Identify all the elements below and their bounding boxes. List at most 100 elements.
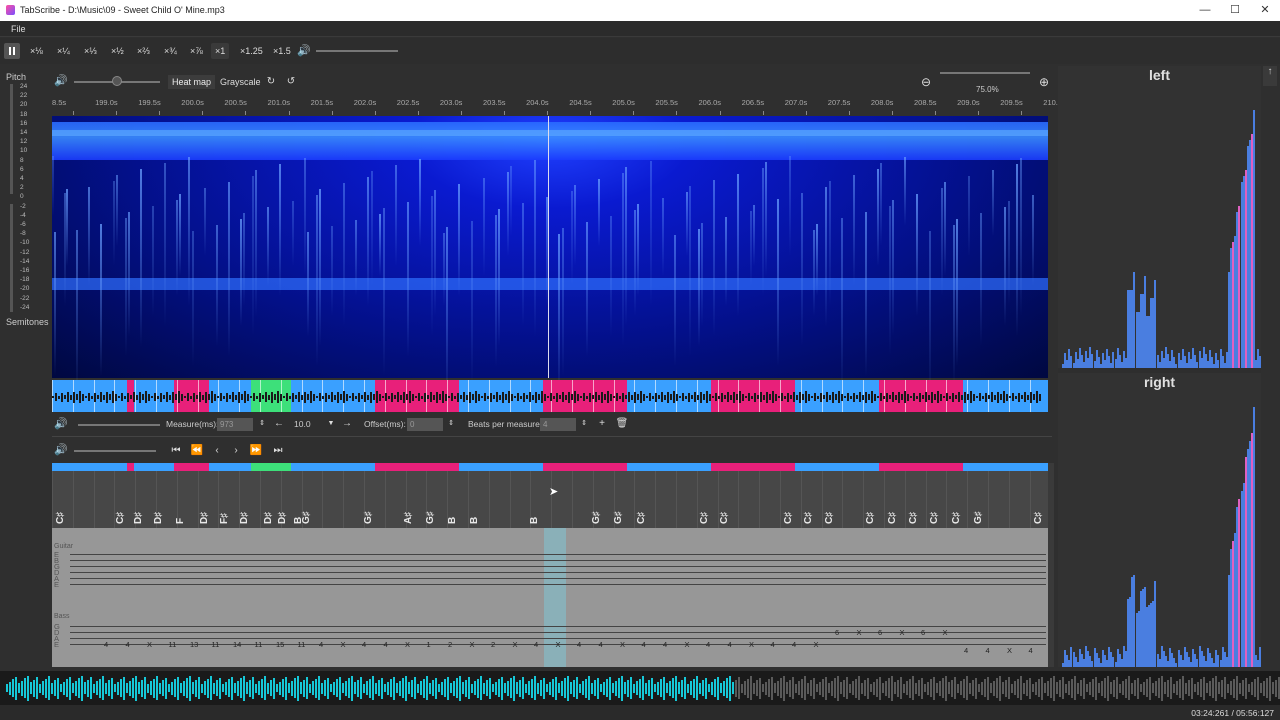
tablature[interactable]: Guitar Bass E B G D A E G D A E 4 4 X 11 13 11 14 11 15 11 4… [52, 528, 1048, 667]
chord-label[interactable]: C♯ [115, 512, 126, 524]
chord-label[interactable]: C♯ [1033, 512, 1044, 524]
speed-2-3[interactable]: ×⅔ [133, 43, 154, 59]
spectrogram-volume-icon[interactable]: 🔊 [54, 74, 68, 87]
bass-note[interactable]: 6 [878, 629, 882, 637]
speed-1-25[interactable]: ×1.25 [236, 43, 267, 59]
chord-label[interactable]: D♯ [263, 512, 274, 524]
spectrogram[interactable] [52, 116, 1048, 406]
chord-label[interactable]: D♯ [153, 512, 164, 524]
bass-note[interactable]: 4 [319, 641, 323, 649]
bass-note[interactable]: 4 [577, 641, 581, 649]
beats-spinner[interactable]: ⇕ [577, 417, 591, 431]
bass-note[interactable]: X [857, 629, 862, 637]
tab-volume-icon[interactable]: 🔊 [54, 443, 68, 456]
minimize-button[interactable]: — [1190, 2, 1220, 19]
bass-note[interactable]: 11 [298, 641, 306, 649]
offset-input[interactable]: 0 [407, 418, 443, 431]
add-icon[interactable]: + [595, 417, 609, 431]
bass-note[interactable]: 4 [964, 647, 968, 655]
chord-label[interactable]: G♯ [425, 511, 436, 524]
panel-up-icon[interactable]: ↑ [1263, 66, 1277, 86]
step-back-icon[interactable]: ‹ [210, 444, 224, 458]
bass-note[interactable]: X [900, 629, 905, 637]
reset-icon[interactable]: ↺ [284, 75, 298, 89]
bass-note[interactable]: X [685, 641, 690, 649]
chord-label[interactable]: C♯ [55, 512, 66, 524]
step-forward-icon[interactable]: › [229, 444, 243, 458]
song-overview-waveform[interactable] [0, 671, 1280, 705]
grayscale-button[interactable]: Grayscale [216, 75, 265, 89]
bass-note[interactable]: X [405, 641, 410, 649]
bass-note[interactable]: 4 [384, 641, 388, 649]
bass-note[interactable]: 4 [534, 641, 538, 649]
chord-label[interactable]: F♯ [219, 513, 230, 524]
bass-note[interactable]: 2 [491, 641, 495, 649]
chord-lane[interactable]: C♯ C♯ D♯ D♯ F D♯ F♯ D♯ D♯ B D♯ G♯ G♯ A♯ G♯ B B B G♯ G♯ C♯ C♯ C… [52, 471, 1048, 528]
skip-start-icon[interactable]: ⏮ [169, 444, 183, 458]
arrow-right-icon[interactable]: → [340, 417, 354, 431]
chord-label[interactable]: F [175, 518, 186, 524]
chord-label[interactable]: G♯ [363, 511, 374, 524]
fast-forward-icon[interactable]: ⏩ [249, 444, 263, 458]
bass-note[interactable]: 4 [126, 641, 130, 649]
speed-7-8[interactable]: ×⅞ [186, 43, 207, 59]
chord-label[interactable]: D♯ [277, 512, 288, 524]
rewind-icon[interactable]: ⏪ [190, 444, 204, 458]
chord-label[interactable]: C♯ [636, 512, 647, 524]
chord-label[interactable]: C♯ [783, 512, 794, 524]
skip-end-icon[interactable]: ⏭ [271, 444, 285, 458]
bass-note[interactable]: 4 [663, 641, 667, 649]
bass-note[interactable]: 4 [728, 641, 732, 649]
chord-label[interactable]: D♯ [133, 512, 144, 524]
bass-note[interactable]: 4 [986, 647, 990, 655]
bass-note[interactable]: X [1007, 647, 1012, 655]
beat-volume-icon[interactable]: 🔊 [54, 417, 68, 430]
chord-label[interactable]: A♯ [403, 512, 414, 524]
speed-1-3[interactable]: ×⅓ [80, 43, 101, 59]
chord-label[interactable]: C♯ [887, 512, 898, 524]
chord-label[interactable]: C♯ [908, 512, 919, 524]
bass-note[interactable]: 4 [771, 641, 775, 649]
bass-note[interactable]: 11 [212, 641, 220, 649]
bass-note[interactable]: 11 [255, 641, 263, 649]
chord-label[interactable]: B [469, 517, 480, 524]
bass-note[interactable]: 4 [599, 641, 603, 649]
chord-label[interactable]: C♯ [865, 512, 876, 524]
menu-file[interactable]: File [11, 24, 26, 34]
master-volume-slider[interactable] [316, 50, 398, 52]
chord-label[interactable]: B [529, 517, 540, 524]
chord-label[interactable]: B [447, 517, 458, 524]
zoom-out-icon[interactable]: ⊖ [919, 75, 933, 89]
chord-label[interactable]: C♯ [803, 512, 814, 524]
tab-scrollbar[interactable] [1048, 463, 1054, 667]
speed-1-8[interactable]: ×⅛ [26, 43, 47, 59]
bass-note[interactable]: X [147, 641, 152, 649]
beats-input[interactable]: 4 [540, 418, 576, 431]
speed-1-2[interactable]: ×½ [107, 43, 128, 59]
chord-label[interactable]: C♯ [824, 512, 835, 524]
bass-note[interactable]: X [556, 641, 561, 649]
chord-label[interactable]: C♯ [951, 512, 962, 524]
step-dropdown[interactable]: ▼ [324, 417, 338, 431]
close-button[interactable]: ✕ [1250, 2, 1280, 19]
bass-note[interactable]: 6 [921, 629, 925, 637]
chord-label[interactable]: G♯ [613, 511, 624, 524]
beat-volume-slider[interactable] [78, 424, 160, 426]
speed-1[interactable]: ×1 [211, 43, 230, 59]
bass-note[interactable]: 13 [190, 641, 198, 649]
bass-note[interactable]: 4 [1029, 647, 1033, 655]
step-value[interactable]: 10.0 [294, 414, 311, 434]
bass-note[interactable]: 4 [792, 641, 796, 649]
bass-note[interactable]: 4 [706, 641, 710, 649]
bass-note[interactable]: 4 [642, 641, 646, 649]
speed-1-4[interactable]: ×¼ [53, 43, 74, 59]
volume-icon[interactable]: 🔊 [297, 44, 311, 57]
playhead[interactable] [548, 116, 549, 378]
chord-label[interactable]: C♯ [699, 512, 710, 524]
chord-label[interactable]: C♯ [719, 512, 730, 524]
bass-note[interactable]: 1 [427, 641, 431, 649]
bass-note[interactable]: X [943, 629, 948, 637]
bass-note[interactable]: X [341, 641, 346, 649]
chord-label[interactable]: C♯ [929, 512, 940, 524]
bass-note[interactable]: X [749, 641, 754, 649]
